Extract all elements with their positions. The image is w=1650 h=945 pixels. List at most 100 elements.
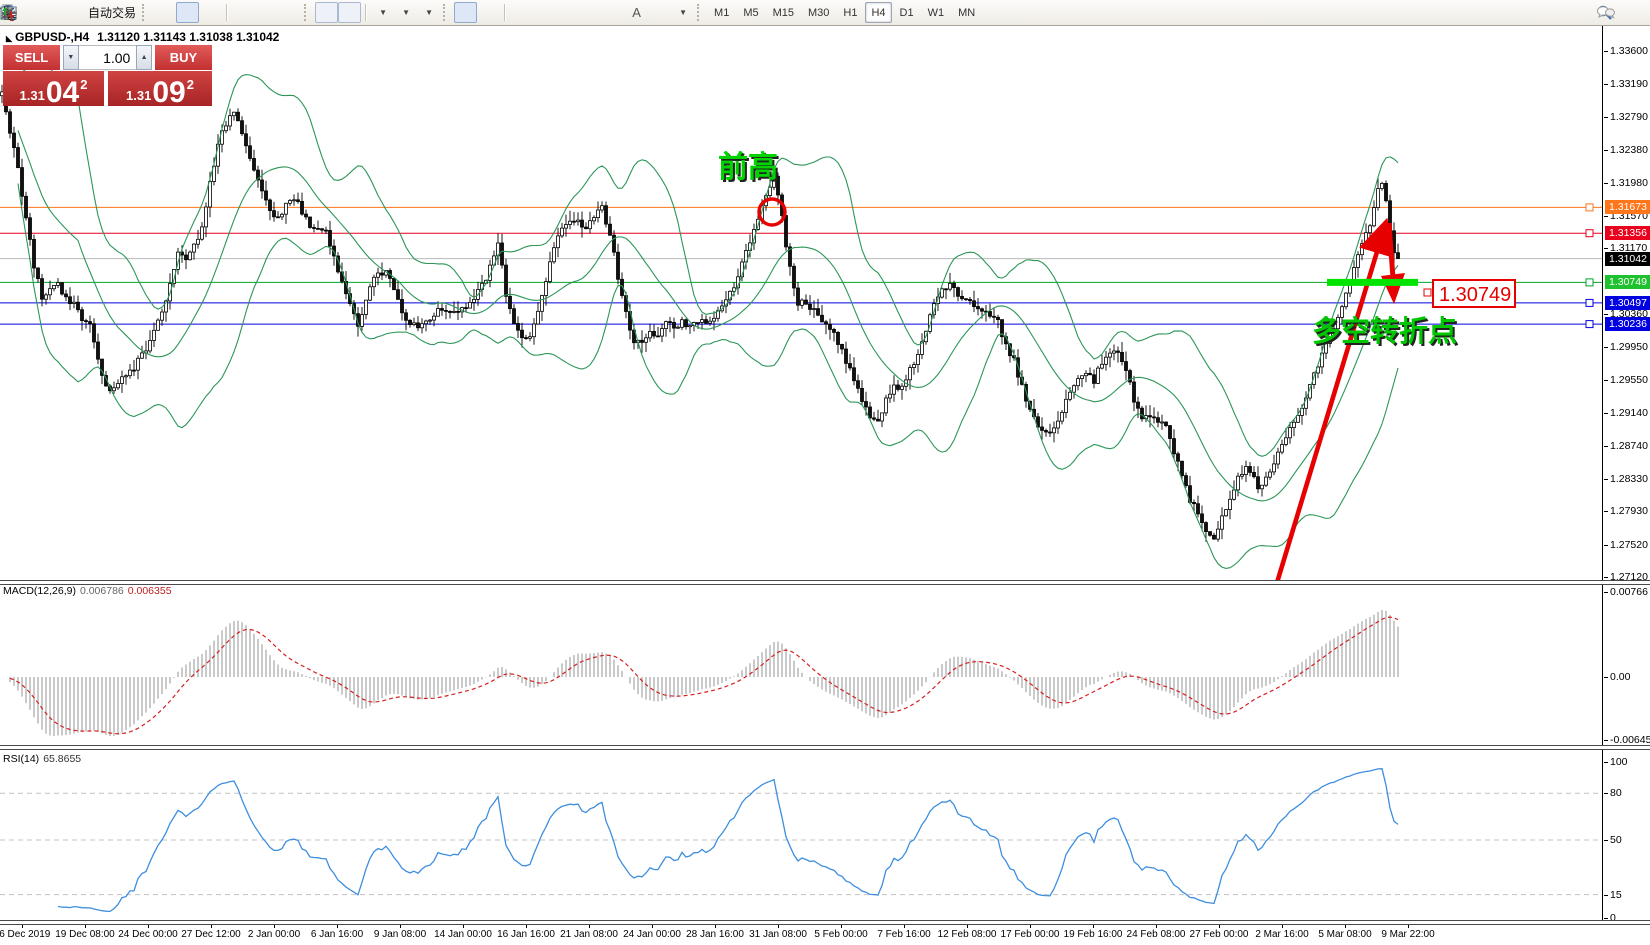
horizontal-line-button[interactable] xyxy=(533,2,556,23)
sell-price-big: 04 xyxy=(46,80,79,106)
zoom-out-button[interactable] xyxy=(255,2,278,23)
timeframe-button-H1[interactable]: H1 xyxy=(837,2,863,23)
price-badge: 1.30749 xyxy=(1605,275,1650,289)
chat-icon xyxy=(1596,4,1616,21)
periods-button[interactable]: ▼ xyxy=(394,2,417,23)
vertical-line-button[interactable] xyxy=(510,2,533,23)
macd-histogram xyxy=(10,610,1398,736)
rsi-level-lines xyxy=(0,793,1602,894)
sell-price-display[interactable]: 1.31042 xyxy=(3,71,104,106)
price-tick-label: 1.28740 xyxy=(1610,440,1648,452)
date-label: 24 Jan 00:00 xyxy=(623,929,681,940)
arrows-button[interactable]: ▼ xyxy=(671,2,694,23)
date-label: 6 Jan 16:00 xyxy=(311,929,363,940)
panel-separator[interactable] xyxy=(0,745,1650,750)
macd-main-value: 0.006786 xyxy=(80,585,124,597)
macd-name: MACD(12,26,9) xyxy=(3,585,76,597)
date-label: 12 Feb 08:00 xyxy=(938,929,997,940)
annotations[interactable]: 前高前高多空转折点多空转折点1.30749 xyxy=(718,151,1515,580)
date-axis: 16 Dec 201919 Dec 08:0024 Dec 00:0027 De… xyxy=(0,924,1650,945)
new-chart-button[interactable]: ▼ xyxy=(371,2,394,23)
fibonacci-button[interactable]: F xyxy=(602,2,625,23)
toolbar-separator xyxy=(226,4,228,21)
panel-separator[interactable] xyxy=(0,920,1650,925)
rsi-tick-label: 15 xyxy=(1610,889,1622,901)
price-tick-label: 1.29550 xyxy=(1610,374,1648,386)
cursor-button[interactable] xyxy=(454,2,477,23)
autotrading-label: 自动交易 xyxy=(88,4,136,21)
date-label: 19 Feb 16:00 xyxy=(1064,929,1123,940)
buy-price-prefix: 1.31 xyxy=(126,89,151,102)
sell-button[interactable]: SELL xyxy=(3,45,60,70)
equidistant-channel-button[interactable]: E xyxy=(579,2,602,23)
price-tick-label: 1.29950 xyxy=(1610,341,1648,353)
chevron-down-icon: ▼ xyxy=(679,8,687,17)
price-axis: 1.336001.331901.327901.323801.319801.315… xyxy=(1602,26,1650,924)
chart-shift-button[interactable] xyxy=(338,2,361,23)
tile-windows-button[interactable] xyxy=(278,2,301,23)
macd-indicator-panel[interactable] xyxy=(0,582,1602,745)
trend-arrow-up xyxy=(1276,222,1386,580)
timeframe-button-M30[interactable]: M30 xyxy=(802,2,835,23)
chat-button[interactable] xyxy=(1623,2,1646,23)
date-label: 16 Dec 2019 xyxy=(0,929,50,940)
rsi-label: RSI(14)65.8655 xyxy=(3,753,81,765)
accounts-button[interactable] xyxy=(39,2,62,23)
text-label-button[interactable]: T xyxy=(648,2,671,23)
text-a-icon: A xyxy=(632,5,641,20)
chevron-down-icon: ▼ xyxy=(402,8,410,17)
trendline-button[interactable] xyxy=(556,2,579,23)
prev-high-text: 前高 xyxy=(718,151,778,184)
volume-decrease-button[interactable]: ▼ xyxy=(63,45,79,70)
buy-price-big: 09 xyxy=(152,80,185,106)
window-corner-icon: ◣ xyxy=(6,34,12,43)
rsi-value: 65.8655 xyxy=(43,753,81,765)
timeframe-button-H4[interactable]: H4 xyxy=(865,2,891,23)
auto-scroll-button[interactable] xyxy=(315,2,338,23)
date-label: 27 Dec 12:00 xyxy=(181,929,241,940)
text-button[interactable]: A xyxy=(625,2,648,23)
price-label-text: 1.30749 xyxy=(1439,284,1511,306)
date-label: 24 Feb 08:00 xyxy=(1127,929,1186,940)
label-anchor-marker xyxy=(1424,289,1431,296)
chevron-down-icon: ▼ xyxy=(379,8,387,17)
rsi-indicator-panel[interactable] xyxy=(0,748,1602,920)
history-button[interactable] xyxy=(16,2,39,23)
crosshair-button[interactable] xyxy=(477,2,500,23)
chart-title: ◣GBPUSD-,H41.31120 1.31143 1.31038 1.310… xyxy=(6,30,279,44)
timeframe-button-M1[interactable]: M1 xyxy=(708,2,735,23)
volume-input[interactable]: 1.00 xyxy=(79,45,137,70)
ohlc-values: 1.31120 1.31143 1.31038 1.31042 xyxy=(97,30,279,44)
date-label: 2 Mar 16:00 xyxy=(1255,929,1308,940)
volume-increase-button[interactable]: ▲ xyxy=(136,45,152,70)
timeframe-button-D1[interactable]: D1 xyxy=(894,2,920,23)
buy-button[interactable]: BUY xyxy=(155,45,212,70)
price-tick-label: 1.29140 xyxy=(1610,407,1648,419)
price-badge: 1.31042 xyxy=(1605,252,1650,266)
rsi-tick-label: 50 xyxy=(1610,834,1622,846)
arrows-icon xyxy=(0,5,16,21)
timeframe-button-M5[interactable]: M5 xyxy=(737,2,764,23)
templates-button[interactable]: ▼ xyxy=(417,2,440,23)
zoom-in-button[interactable] xyxy=(232,2,255,23)
toolbar-grip xyxy=(142,4,149,21)
panel-separator[interactable] xyxy=(0,580,1650,585)
candlestick-chart-button[interactable] xyxy=(176,2,199,23)
price-badge: 1.30497 xyxy=(1605,296,1650,310)
buy-price-display[interactable]: 1.31092 xyxy=(108,71,212,106)
date-label: 5 Feb 00:00 xyxy=(814,929,867,940)
bar-chart-button[interactable] xyxy=(153,2,176,23)
line-chart-button[interactable] xyxy=(199,2,222,23)
mt4-window: { "toolbar": { "order_button": "订单", "au… xyxy=(0,0,1650,945)
signals-button[interactable] xyxy=(62,2,85,23)
timeframe-button-W1[interactable]: W1 xyxy=(922,2,951,23)
autotrading-button[interactable]: 自动交易 xyxy=(85,2,139,23)
date-label: 9 Jan 08:00 xyxy=(374,929,426,940)
price-tick-label: 1.27930 xyxy=(1610,505,1648,517)
date-label: 24 Dec 00:00 xyxy=(118,929,178,940)
price-tick-label: 1.28330 xyxy=(1610,473,1648,485)
main-price-chart[interactable]: 前高前高多空转折点多空转折点1.30749 xyxy=(0,26,1602,580)
macd-label: MACD(12,26,9)0.0067860.006355 xyxy=(3,585,172,597)
timeframe-button-M15[interactable]: M15 xyxy=(767,2,800,23)
timeframe-button-MN[interactable]: MN xyxy=(952,2,981,23)
